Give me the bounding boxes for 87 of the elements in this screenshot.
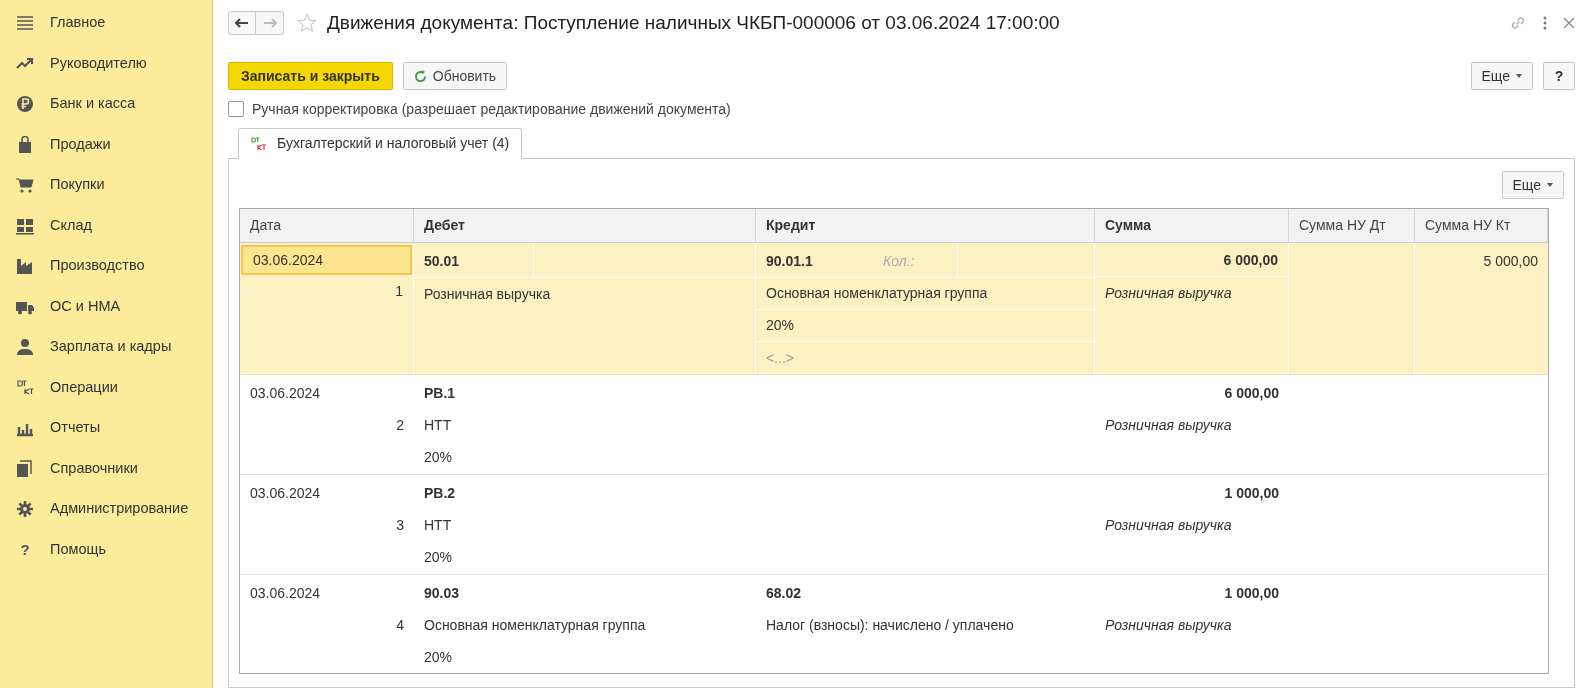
account-cell-text: 90.01.1 [765, 251, 814, 271]
amount-cell-text: 1 000,00 [1223, 483, 1280, 503]
debit-credit-icon [251, 136, 267, 151]
caret-icon [1547, 183, 1553, 187]
warehouse-icon [16, 216, 34, 235]
table-cell-text: <...> [765, 348, 796, 368]
column-header[interactable]: Дебет [414, 209, 756, 242]
factory-icon [16, 257, 34, 276]
refresh-button[interactable]: Обновить [402, 62, 508, 90]
left-arrow-icon [235, 18, 249, 28]
link-icon[interactable] [1509, 14, 1527, 32]
help-icon: ? [16, 538, 34, 561]
save-and-close-button[interactable]: Записать и закрыть [228, 62, 393, 90]
table-cell: Основная номенклатурная группа [756, 278, 1094, 310]
cart-icon [16, 176, 34, 195]
account-cell-text: 90.03 [423, 583, 461, 603]
row-number: 3 [395, 515, 405, 535]
sidebar-item[interactable]: Администрирование [0, 489, 212, 530]
table-cell-text: НТТ [423, 515, 453, 535]
checkbox[interactable] [228, 101, 244, 117]
column-header[interactable]: Сумма [1095, 209, 1289, 242]
table-cell-text: Розничная выручка [1104, 283, 1233, 303]
date-cell-text: 03.06.2024 [249, 483, 322, 503]
more-button[interactable]: Еще [1501, 171, 1564, 199]
table-cell-text: Розничная выручка [1104, 615, 1233, 635]
window-title: Движения документа: Поступление наличных ЧКБП-000006 от 03.06.2024 17:00:00 [327, 10, 1060, 35]
back-button[interactable] [228, 11, 256, 35]
table-cell-text: Налог (взносы): начислено / уплачено [765, 615, 1015, 635]
table-cell-text: Розничная выручка [1104, 415, 1233, 435]
sidebar-item[interactable]: Производство [0, 246, 212, 287]
row-number: 1 [394, 281, 404, 301]
sidebar-item[interactable]: Операции [0, 367, 212, 408]
sidebar-item[interactable]: ? Помощь [0, 529, 212, 570]
tab[interactable]: Бухгалтерский и налоговый учет (4) [238, 128, 523, 159]
sidebar-item[interactable]: Продажи [0, 124, 212, 165]
column-header[interactable]: Дата [240, 209, 414, 242]
person-icon [16, 338, 34, 357]
dtkt-icon [16, 378, 34, 397]
column-header[interactable]: Кредит [756, 209, 1095, 242]
row-number: 2 [395, 415, 405, 435]
more-options-icon[interactable] [1543, 16, 1547, 30]
date-cell-text: 03.06.2024 [249, 583, 322, 603]
account-cell-text: РВ.2 [423, 483, 457, 503]
date-cell: 03.06.2024 [241, 245, 412, 275]
sidebar-item[interactable]: Склад [0, 205, 212, 246]
sidebar-item[interactable]: Справочники [0, 448, 212, 489]
table-cell-text: Основная номенклатурная группа [423, 615, 647, 635]
gear-icon [16, 500, 34, 519]
close-icon[interactable] [1563, 17, 1575, 29]
star-icon[interactable] [297, 13, 317, 33]
table-row[interactable]: 03.06.2024 1 50.01 Розничная выручка 90.01.1 Кол.: Основная номенклатурная группа 20% <...> 6 000,00 Розничная выручка 5 000,00 [240, 243, 1548, 375]
caret-icon [1516, 74, 1522, 78]
column-header[interactable]: Сумма НУ Дт [1289, 209, 1415, 242]
sidebar-item[interactable]: Отчеты [0, 408, 212, 449]
bag-icon [16, 135, 34, 154]
sidebar-item[interactable]: Главное [0, 3, 212, 44]
column-header[interactable]: Сумма НУ Кт [1415, 209, 1548, 242]
checkbox-label[interactable]: Ручная корректировка (разрешает редактирование движений документа) [252, 98, 731, 120]
table-cell-text: Розничная выручка [423, 284, 552, 304]
sidebar-item[interactable]: Банк и касса [0, 84, 212, 125]
sidebar-item[interactable]: Руководителю [0, 43, 212, 84]
sidebar-item[interactable]: ОС и НМА [0, 286, 212, 327]
account-cell-text: РВ.1 [423, 383, 457, 403]
table-cell: 20% [756, 310, 1094, 342]
more-button[interactable]: Еще [1470, 62, 1533, 90]
help-button[interactable]: ? [1543, 62, 1575, 90]
account-cell-text: 68.02 [765, 583, 803, 603]
amount-cell-text: 5 000,00 [1482, 251, 1539, 271]
table-cell-text: 20% [423, 447, 454, 467]
amount-cell: 6 000,00 [1095, 245, 1288, 277]
table-cell-text: 20% [423, 547, 454, 567]
amount-cell-text: 6 000,00 [1223, 383, 1280, 403]
amount-cell-text: 1 000,00 [1223, 583, 1280, 603]
row-number: 4 [395, 615, 405, 635]
date-cell-text: 03.06.2024 [249, 383, 322, 403]
menu-icon [16, 14, 34, 33]
table-cell-text: Розничная выручка [1104, 515, 1233, 535]
ruble-icon [16, 95, 34, 114]
sidebar-item[interactable]: Покупки [0, 165, 212, 206]
account-cell: 50.01 [414, 245, 534, 277]
sidebar-item[interactable]: Зарплата и кадры [0, 327, 212, 368]
table-cell-text: 20% [423, 647, 454, 667]
quantity-label: Кол.: [873, 245, 958, 277]
refresh-icon [413, 69, 427, 83]
right-arrow-icon [262, 18, 277, 28]
books-icon [16, 459, 34, 478]
table-cell-text: НТТ [423, 415, 453, 435]
